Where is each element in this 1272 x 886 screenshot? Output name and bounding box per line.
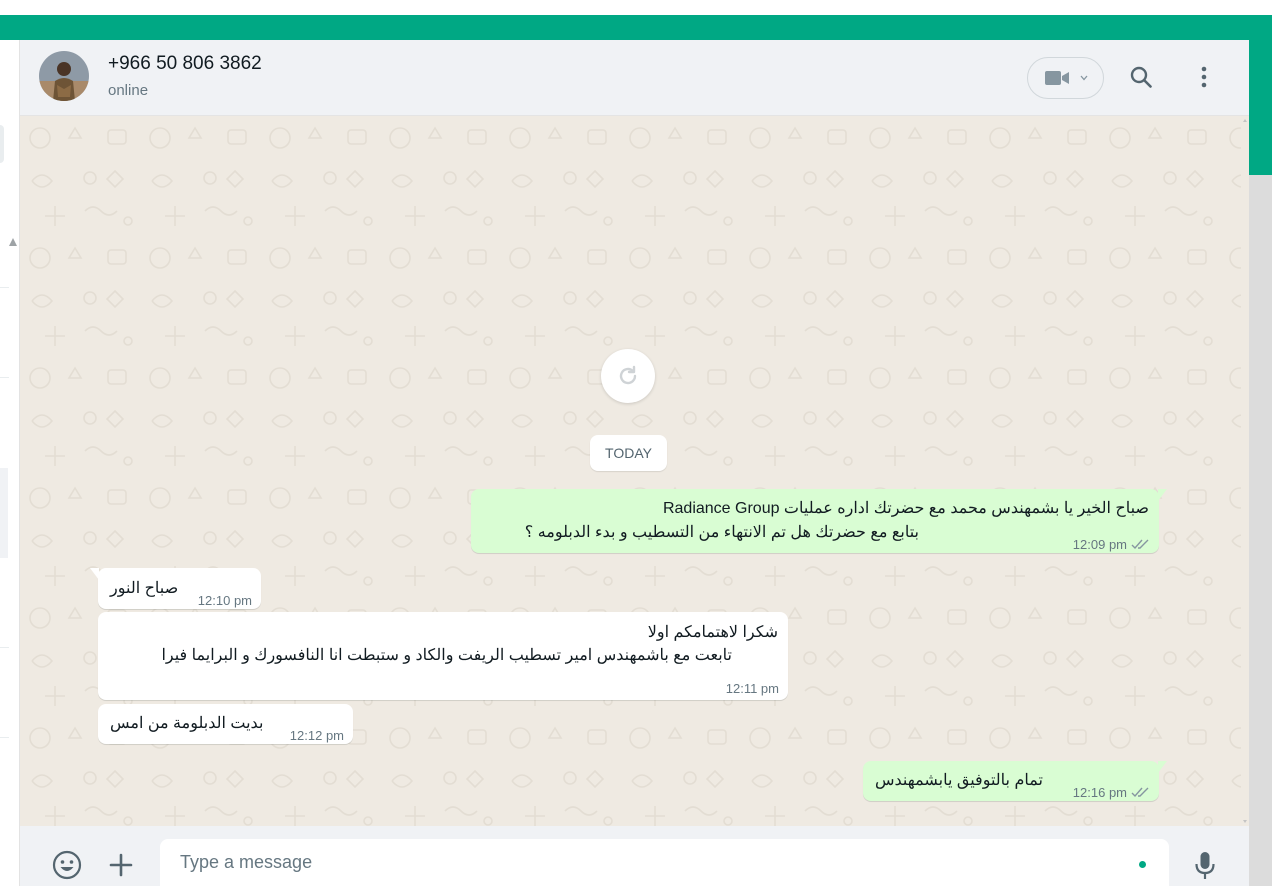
emoji-icon (52, 850, 82, 880)
message-text: صباح النور (110, 580, 179, 597)
divider (0, 287, 9, 288)
message-bubble-incoming[interactable]: صباح النور 12:10 pm (90, 568, 261, 612)
refresh-icon (619, 365, 637, 385)
chevron-down-icon (1080, 75, 1087, 81)
avatar[interactable] (39, 51, 89, 101)
message-time: 12:09 pm (1072, 537, 1127, 552)
contact-status: online (108, 82, 149, 99)
message-meta: 12:09 pm (1073, 533, 1149, 556)
message-text: تمام بالتوفيق يابشمهندس (875, 772, 1043, 789)
app-green-bar (0, 15, 1272, 40)
video-call-button[interactable] (1027, 57, 1104, 99)
search-button[interactable] (1127, 63, 1155, 91)
panel-tab (0, 125, 4, 163)
video-icon (1044, 71, 1069, 85)
message-text: بتابع مع حضرتك هل تم الانتهاء من التسطيب… (524, 524, 919, 541)
chat-scrollbar[interactable] (1241, 116, 1249, 826)
message-time: 12:12 pm (289, 728, 344, 743)
right-gray-edge (1249, 175, 1272, 886)
load-older-button[interactable] (601, 349, 655, 403)
contact-name[interactable]: +966 50 806 3862 (108, 53, 262, 75)
double-check-icon (1131, 787, 1149, 798)
selected-chat-edge (0, 468, 8, 558)
plus-icon (109, 853, 133, 877)
emoji-button[interactable] (50, 848, 84, 882)
message-meta: 12:10 pm (198, 589, 252, 612)
message-bubble-outgoing[interactable]: تمام بالتوفيق يابشمهندس 12:16 pm (863, 761, 1167, 804)
message-input[interactable] (160, 839, 1169, 886)
menu-button[interactable] (1190, 63, 1218, 91)
scrollbar-arrows (1243, 119, 1247, 823)
message-time: 12:10 pm (197, 593, 252, 608)
compose-bar (20, 827, 1249, 886)
message-bubble-incoming[interactable]: شكرا لاهتمامكم اولا تابعت مع باشمهندس ام… (98, 612, 788, 700)
search-icon (1130, 66, 1152, 88)
scroll-arrow-icon[interactable] (8, 230, 18, 248)
voice-message-button[interactable] (1190, 849, 1220, 883)
message-meta: 12:11 pm (726, 677, 779, 700)
right-green-edge (1249, 40, 1272, 175)
chat-header: +966 50 806 3862 online (20, 40, 1249, 116)
message-time: 12:11 pm (725, 681, 779, 696)
message-bubble-incoming[interactable]: بديت الدبلومة من امس 12:12 pm (98, 704, 353, 744)
mic-icon (1195, 852, 1215, 879)
message-text: شكرا لاهتمامكم اولا (647, 624, 778, 641)
message-meta: 12:16 pm (1073, 781, 1149, 804)
divider (0, 737, 9, 738)
message-meta: 12:12 pm (290, 724, 344, 747)
status-dot (1139, 861, 1146, 868)
divider (0, 647, 9, 648)
chat-list-panel-edge (0, 40, 20, 886)
message-time: 12:16 pm (1072, 785, 1127, 800)
divider (0, 377, 9, 378)
date-divider: TODAY (590, 435, 667, 471)
chat-area[interactable]: TODAY صباح الخير يا بشمهندس محمد مع حضرت… (20, 116, 1241, 826)
message-bubble-outgoing[interactable]: صباح الخير يا بشمهندس محمد مع حضرتك ادار… (471, 489, 1167, 556)
browser-top-strip (0, 0, 1272, 15)
message-text: تابعت مع باشمهندس امير تسطيب الريفت والك… (161, 647, 732, 664)
message-text: بديت الدبلومة من امس (110, 715, 264, 732)
attach-button[interactable] (106, 850, 136, 880)
menu-icon (1201, 66, 1207, 88)
message-text: صباح الخير يا بشمهندس محمد مع حضرتك ادار… (662, 500, 1149, 517)
double-check-icon (1131, 539, 1149, 550)
